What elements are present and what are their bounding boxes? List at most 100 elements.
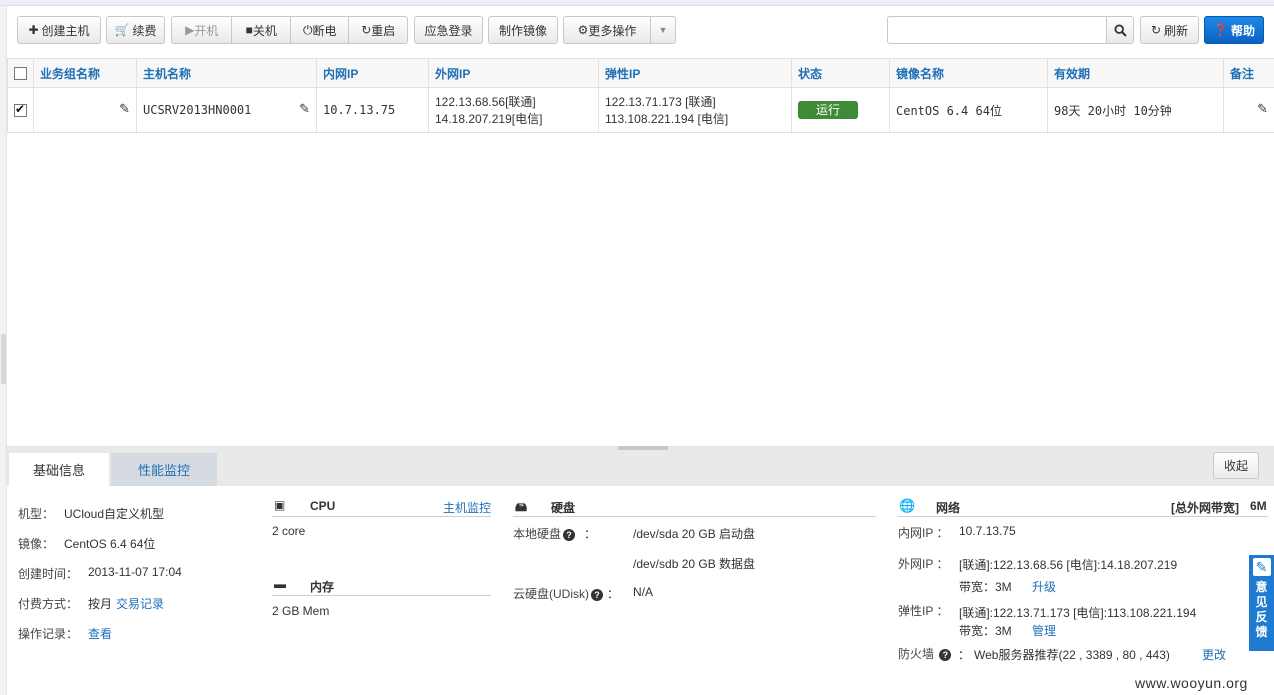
local-disk-colon: ：: [584, 527, 597, 541]
tab-basic-info[interactable]: 基础信息: [9, 453, 109, 486]
refresh-label: 刷新: [1164, 23, 1189, 38]
more-actions-dropdown[interactable]: ▼: [650, 17, 675, 43]
more-actions-button[interactable]: ⚙ 更多操作: [564, 17, 650, 43]
power-off-label: 断电: [312, 23, 337, 38]
cpu-section-header: ▣ CPU 主机监控: [272, 497, 491, 517]
feedback-char-2: 见: [1255, 595, 1268, 609]
net-eip-bandwidth: 带宽：3M: [959, 624, 1012, 638]
firewall-change-link[interactable]: 更改: [1202, 646, 1226, 663]
network-title: 网络: [936, 501, 961, 515]
udisk-help-icon[interactable]: ?: [591, 588, 603, 601]
local-disk-sdb: /dev/sdb 20 GB 数据盘: [633, 557, 756, 571]
search-input[interactable]: [887, 16, 1107, 44]
net-eip-value: [联通]:122.13.71.173 [电信]:113.108.221.194: [959, 606, 1197, 620]
private-ip-value: 10.7.13.75: [323, 103, 396, 117]
left-collapse-handle[interactable]: [0, 6, 7, 695]
shutdown-button[interactable]: ■ 关机: [231, 17, 290, 43]
power-off-button[interactable]: ⏻ 断电: [289, 17, 349, 43]
host-monitor-link[interactable]: 主机监控: [443, 499, 491, 516]
image-detail-value: CentOS 6.4 64位: [64, 537, 156, 551]
firewall-help-icon[interactable]: ?: [939, 648, 952, 661]
udisk-value: N/A: [633, 585, 654, 599]
emergency-login-label: 应急登录: [424, 23, 473, 38]
create-host-button[interactable]: ✚ 创建主机: [17, 16, 101, 44]
header-private-ip[interactable]: 内网IP: [316, 58, 429, 88]
manage-link[interactable]: 管理: [1032, 622, 1056, 639]
validity-value: 98天 20小时 10分钟: [1054, 103, 1172, 118]
ops-label: 操作记录：: [18, 627, 79, 641]
status-badge: 运行: [798, 101, 858, 119]
host-cell: UCSRV2013HN0001 ✎: [136, 87, 317, 133]
refresh-button[interactable]: ↻ 刷新: [1140, 16, 1199, 44]
udisk-colon: ：: [607, 587, 620, 601]
ops-view-link[interactable]: 查看: [88, 625, 112, 642]
search-button[interactable]: [1106, 16, 1134, 44]
eip-unicom: 122.13.71.173 [联通]: [605, 95, 716, 109]
feedback-tab[interactable]: ✎ 意 见 反 馈: [1249, 555, 1274, 651]
firewall-label-text: 防火墙: [898, 647, 935, 661]
net-private-value: 10.7.13.75: [959, 524, 1016, 538]
restart-icon: ↻: [361, 23, 372, 37]
restart-button[interactable]: ↻ 重启: [348, 17, 407, 43]
edit-host-pencil-icon[interactable]: ✎: [299, 101, 310, 117]
collapse-button[interactable]: 收起: [1213, 452, 1259, 479]
local-disk-label-text: 本地硬盘: [513, 527, 562, 541]
header-group[interactable]: 业务组名称: [33, 58, 137, 88]
help-button[interactable]: ❓ 帮助: [1204, 16, 1264, 44]
start-button[interactable]: ▶ 开机: [172, 17, 231, 43]
header-validity[interactable]: 有效期: [1047, 58, 1224, 88]
restart-label: 重启: [371, 23, 396, 38]
row-checkbox[interactable]: [14, 102, 27, 118]
refresh-icon: ↻: [1150, 23, 1162, 37]
table-row[interactable]: ✎ UCSRV2013HN0001 ✎ 10.7.13.75 122.13.68.…: [7, 87, 1274, 133]
header-public-ip[interactable]: 外网IP: [428, 58, 599, 88]
pay-value: 按月: [88, 597, 113, 611]
tab-performance[interactable]: 性能监控: [111, 453, 217, 486]
header-image[interactable]: 镜像名称: [889, 58, 1048, 88]
total-bandwidth-label: [总外网带宽]: [1171, 501, 1239, 515]
header-host[interactable]: 主机名称: [136, 58, 317, 88]
memory-icon: ▬: [274, 577, 286, 591]
firewall-colon: ：: [958, 648, 971, 662]
network-section-header: 🌐 网络 [总外网带宽] 6M: [898, 497, 1268, 517]
edit-note-pencil-icon[interactable]: ✎: [1257, 101, 1268, 117]
select-all-cell[interactable]: [7, 58, 34, 88]
power-icon: ⏻: [302, 22, 313, 37]
eip-cell: 122.13.71.173 [联通] 113.108.221.194 [电信]: [598, 87, 792, 133]
group-cell: ✎: [33, 87, 137, 133]
emergency-login-button[interactable]: 应急登录: [414, 16, 483, 44]
make-image-button[interactable]: 制作镜像: [488, 16, 558, 44]
edit-group-pencil-icon[interactable]: ✎: [119, 101, 130, 117]
upgrade-link[interactable]: 升级: [1032, 578, 1056, 595]
firewall-value: Web服务器推荐(22 , 3389 , 80 , 443): [974, 648, 1170, 662]
private-ip-cell: 10.7.13.75: [316, 87, 429, 133]
renew-label: 续费: [132, 23, 157, 38]
header-eip[interactable]: 弹性IP: [598, 58, 792, 88]
udisk-label-text: 云硬盘(UDisk): [513, 587, 589, 601]
disk-section-header: 🖴 硬盘: [513, 497, 876, 517]
plus-icon: ✚: [28, 23, 39, 37]
search-icon: [1113, 23, 1127, 37]
stop-icon: ■: [245, 23, 253, 37]
start-label: 开机: [194, 23, 219, 38]
left-grip[interactable]: [1, 334, 6, 384]
play-icon: ▶: [185, 23, 195, 37]
feedback-char-3: 反: [1255, 610, 1268, 624]
question-circle-icon: ❓: [1213, 23, 1228, 37]
more-actions-group: ⚙ 更多操作 ▼: [563, 16, 676, 44]
top-strip: [0, 0, 1274, 6]
disk-title: 硬盘: [551, 501, 576, 515]
create-host-label: 创建主机: [41, 23, 90, 38]
header-note[interactable]: 备注: [1223, 58, 1274, 88]
local-disk-help-icon[interactable]: ?: [563, 528, 576, 541]
globe-icon: 🌐: [899, 498, 916, 513]
net-public-bandwidth: 带宽：3M: [959, 580, 1012, 594]
renew-button[interactable]: 🛒 续费: [106, 16, 165, 44]
image-value: CentOS 6.4 64位: [896, 103, 1002, 118]
row-select-cell[interactable]: [7, 87, 34, 133]
header-status[interactable]: 状态: [791, 58, 890, 88]
table-header-row: 业务组名称 主机名称 内网IP 外网IP 弹性IP 状态 镜像名称 有效期 备注: [7, 58, 1274, 88]
select-all-checkbox[interactable]: [14, 67, 27, 81]
make-image-label: 制作镜像: [498, 23, 547, 38]
transaction-link[interactable]: 交易记录: [116, 595, 164, 612]
